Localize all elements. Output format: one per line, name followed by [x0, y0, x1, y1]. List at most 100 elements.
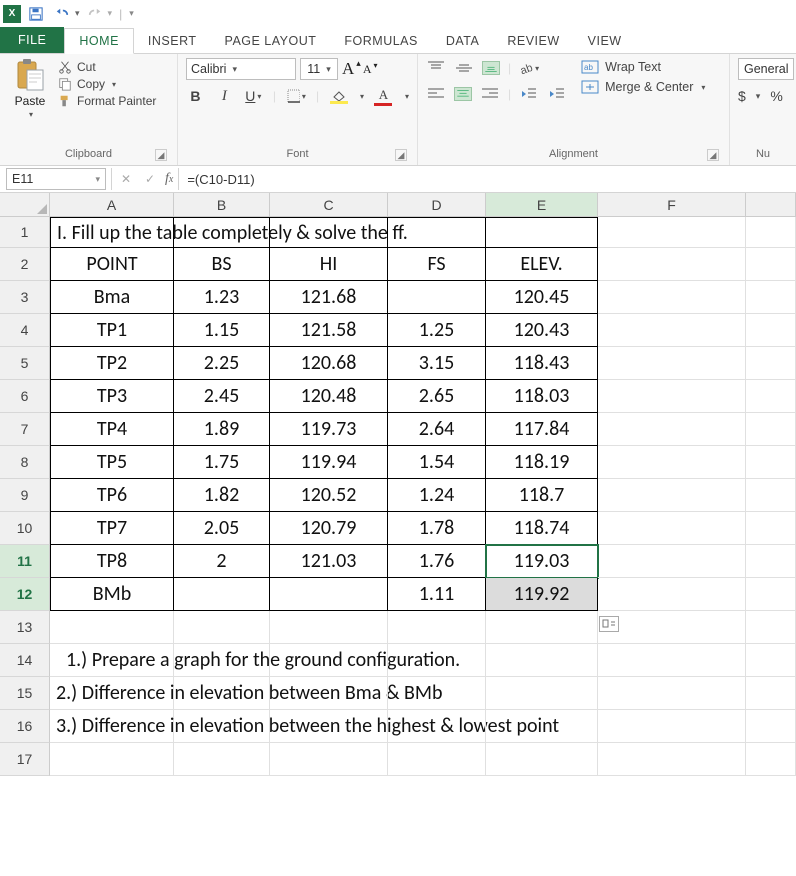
cell[interactable]: TP8: [50, 545, 174, 578]
name-box[interactable]: E11▾: [6, 168, 106, 190]
orientation-button[interactable]: ab▾: [519, 58, 539, 78]
cell[interactable]: 3.) Difference in elevation between the …: [50, 710, 174, 743]
cell[interactable]: TP5: [50, 446, 174, 479]
cell[interactable]: 2.) Difference in elevation between Bma …: [50, 677, 174, 710]
row-header[interactable]: 11: [0, 545, 50, 578]
row-header[interactable]: 2: [0, 248, 50, 281]
row-header[interactable]: 4: [0, 314, 50, 347]
enter-formula-button[interactable]: ✓: [138, 168, 162, 190]
cell[interactable]: [746, 347, 796, 380]
column-header-G[interactable]: [746, 193, 796, 217]
cell[interactable]: [746, 314, 796, 347]
cell[interactable]: [746, 248, 796, 281]
cell[interactable]: 118.43: [486, 347, 598, 380]
cell[interactable]: [598, 217, 746, 248]
tab-pagelayout[interactable]: PAGE LAYOUT: [211, 29, 331, 53]
cell[interactable]: [746, 512, 796, 545]
cell[interactable]: [486, 217, 598, 248]
worksheet-grid[interactable]: 1 I. Fill up the table completely & solv…: [0, 217, 796, 776]
cell[interactable]: [388, 644, 486, 677]
cell[interactable]: 2.05: [174, 512, 270, 545]
fill-color-button[interactable]: [329, 86, 348, 106]
cell[interactable]: 118.19: [486, 446, 598, 479]
underline-dropdown-icon[interactable]: ▾: [257, 92, 261, 101]
align-bottom-button[interactable]: [482, 61, 500, 75]
cell[interactable]: BS: [174, 248, 270, 281]
cell[interactable]: [388, 710, 486, 743]
decrease-indent-button[interactable]: [519, 84, 539, 104]
cell[interactable]: 1.23: [174, 281, 270, 314]
cell[interactable]: POINT: [50, 248, 174, 281]
fx-icon[interactable]: fx: [162, 171, 176, 187]
select-all-corner[interactable]: [0, 193, 50, 217]
cell[interactable]: Bma: [50, 281, 174, 314]
cell[interactable]: [598, 281, 746, 314]
cell[interactable]: TP1: [50, 314, 174, 347]
cell[interactable]: [746, 545, 796, 578]
font-color-button[interactable]: A: [374, 86, 393, 106]
cell[interactable]: 119.92: [486, 578, 598, 611]
cell[interactable]: [598, 578, 746, 611]
cell[interactable]: 1.75: [174, 446, 270, 479]
redo-button[interactable]: [84, 3, 106, 25]
cell[interactable]: ELEV.: [486, 248, 598, 281]
cell[interactable]: TP7: [50, 512, 174, 545]
row-header[interactable]: 17: [0, 743, 50, 776]
cell[interactable]: 118.7: [486, 479, 598, 512]
cell[interactable]: [746, 380, 796, 413]
cell[interactable]: [270, 644, 388, 677]
autofill-options-icon[interactable]: [599, 616, 619, 632]
cell[interactable]: 120.48: [270, 380, 388, 413]
column-header-C[interactable]: C: [270, 193, 388, 217]
cell[interactable]: [270, 743, 388, 776]
cell[interactable]: [746, 578, 796, 611]
cell[interactable]: [746, 644, 796, 677]
row-header[interactable]: 9: [0, 479, 50, 512]
cell[interactable]: 1.15: [174, 314, 270, 347]
cell[interactable]: [486, 710, 598, 743]
cell[interactable]: [388, 217, 486, 248]
cell[interactable]: [598, 380, 746, 413]
cell[interactable]: [746, 677, 796, 710]
cell[interactable]: [598, 545, 746, 578]
cell[interactable]: HI: [270, 248, 388, 281]
cell[interactable]: 2.25: [174, 347, 270, 380]
cell[interactable]: 2.45: [174, 380, 270, 413]
paste-button[interactable]: Paste ▾: [8, 58, 52, 119]
cell[interactable]: 119.73: [270, 413, 388, 446]
cell[interactable]: [746, 710, 796, 743]
increase-font-button[interactable]: A: [342, 59, 354, 79]
cell[interactable]: [174, 611, 270, 644]
cell[interactable]: TP6: [50, 479, 174, 512]
tab-file[interactable]: FILE: [0, 27, 64, 53]
cell[interactable]: [174, 677, 270, 710]
decrease-font-button[interactable]: A: [363, 62, 372, 77]
number-format-combo[interactable]: General: [738, 58, 794, 80]
cell[interactable]: [746, 743, 796, 776]
tab-formulas[interactable]: FORMULAS: [330, 29, 431, 53]
redo-dropdown-icon[interactable]: ▾: [108, 8, 113, 19]
accounting-format-button[interactable]: $: [738, 88, 746, 104]
align-center-button[interactable]: [454, 87, 472, 101]
cell[interactable]: [598, 710, 746, 743]
merge-center-button[interactable]: Merge & Center ▾: [581, 80, 705, 94]
font-name-combo[interactable]: Calibri▾: [186, 58, 296, 80]
row-header[interactable]: 16: [0, 710, 50, 743]
undo-dropdown-icon[interactable]: ▾: [75, 8, 80, 19]
cell[interactable]: [486, 743, 598, 776]
cell[interactable]: [388, 611, 486, 644]
formula-input[interactable]: =(C10-D11): [181, 172, 796, 187]
cell[interactable]: [486, 611, 598, 644]
cell[interactable]: 119.94: [270, 446, 388, 479]
italic-button[interactable]: I: [215, 86, 234, 106]
cell[interactable]: TP4: [50, 413, 174, 446]
tab-data[interactable]: DATA: [432, 29, 493, 53]
cell[interactable]: 2.65: [388, 380, 486, 413]
cell[interactable]: [746, 611, 796, 644]
bold-button[interactable]: B: [186, 86, 205, 106]
align-right-button[interactable]: [480, 84, 500, 104]
alignment-launcher-icon[interactable]: ◢: [707, 149, 719, 161]
fill-dropdown-icon[interactable]: ▾: [360, 92, 364, 101]
cell[interactable]: 120.52: [270, 479, 388, 512]
qat-customize-icon[interactable]: ▾: [129, 8, 134, 19]
